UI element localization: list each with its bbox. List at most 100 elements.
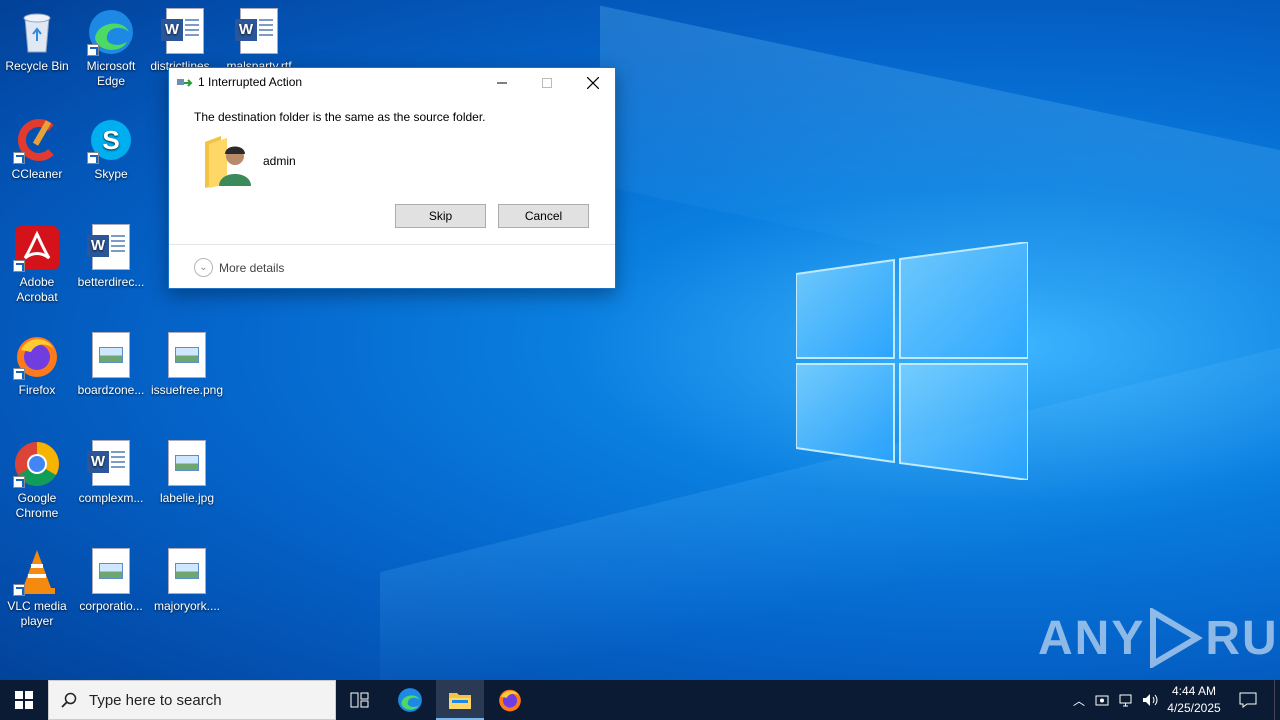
desktop-icon-districtlines[interactable]: W districtlines...	[148, 8, 222, 74]
shortcut-arrow-icon	[13, 476, 25, 488]
desktop-icon-ccleaner[interactable]: CCleaner	[0, 116, 74, 182]
watermark-text-left: ANY	[1038, 611, 1146, 665]
recycle-bin-icon	[13, 8, 61, 56]
system-tray: ︿	[1068, 680, 1160, 720]
file-move-icon	[177, 79, 193, 87]
taskbar-clock[interactable]: 4:44 AM 4/25/2025	[1164, 683, 1224, 717]
desktop-icon-adobe-acrobat[interactable]: Adobe Acrobat	[0, 224, 74, 305]
word-document-icon: W	[235, 8, 283, 56]
maximize-button[interactable]	[524, 68, 570, 98]
dialog-titlebar[interactable]: 1 Interrupted Action	[169, 68, 615, 98]
clock-date: 4/25/2025	[1167, 701, 1221, 715]
play-icon	[1150, 608, 1204, 668]
taskbar-search-box[interactable]: Type here to search	[48, 680, 336, 720]
icon-label: Adobe Acrobat	[16, 275, 58, 304]
more-details-toggle[interactable]: ⌄ More details	[194, 258, 284, 277]
taskbar-file-explorer[interactable]	[436, 680, 484, 720]
image-file-icon	[87, 332, 135, 380]
icon-label: boardzone...	[77, 383, 145, 397]
desktop-icon-microsoft-edge[interactable]: Microsoft Edge	[74, 8, 148, 89]
search-placeholder: Type here to search	[89, 691, 222, 709]
image-file-icon	[87, 548, 135, 596]
word-document-icon: W	[87, 440, 135, 488]
taskbar-firefox[interactable]	[486, 680, 534, 720]
dialog-title: 1 Interrupted Action	[198, 75, 303, 89]
windows-start-icon	[15, 691, 33, 709]
icon-label: Microsoft Edge	[86, 59, 136, 88]
windows-logo	[796, 242, 1028, 480]
maximize-icon	[542, 78, 552, 88]
clock-time: 4:44 AM	[1171, 684, 1217, 698]
vlc-icon	[13, 548, 61, 596]
user-folder-icon	[205, 136, 251, 188]
skype-icon: S	[87, 116, 135, 164]
acrobat-icon	[13, 224, 61, 272]
desktop-icon-labelie[interactable]: labelie.jpg	[150, 440, 224, 506]
security-icon[interactable]	[1094, 692, 1110, 708]
desktop-icon-skype[interactable]: S Skype	[74, 116, 148, 182]
divider	[169, 244, 615, 245]
chrome-icon	[13, 440, 61, 488]
desktop-icon-recycle-bin[interactable]: Recycle Bin	[0, 8, 74, 74]
icon-label: VLC media player	[7, 599, 67, 628]
shortcut-arrow-icon	[13, 152, 25, 164]
taskbar: Type here to search ︿ 4:44 AM 4/25/2025	[0, 680, 1280, 720]
start-button[interactable]	[0, 680, 48, 720]
action-center-button[interactable]	[1232, 680, 1264, 720]
desktop-icon-malsparty[interactable]: W malsparty.rtf	[222, 8, 296, 74]
firefox-icon	[13, 332, 61, 380]
more-details-label: More details	[219, 260, 285, 275]
task-view-button[interactable]	[336, 680, 384, 720]
volume-icon[interactable]	[1142, 692, 1160, 708]
icon-label: complexm...	[78, 491, 144, 505]
shortcut-arrow-icon	[87, 44, 99, 56]
show-desktop-button[interactable]	[1274, 680, 1280, 720]
icon-label: Firefox	[18, 383, 56, 397]
task-view-icon	[350, 692, 369, 708]
shortcut-arrow-icon	[13, 368, 25, 380]
desktop-icon-betterdirec[interactable]: W betterdirec...	[74, 224, 148, 290]
desktop-icon-boardzone[interactable]: boardzone...	[74, 332, 148, 398]
interrupted-action-dialog: 1 Interrupted Action The destination fol…	[168, 67, 616, 289]
notification-icon	[1239, 692, 1257, 708]
desktop-icon-corporatio[interactable]: corporatio...	[74, 548, 148, 614]
folder-name: admin	[263, 154, 296, 168]
shortcut-arrow-icon	[13, 584, 25, 596]
icon-label: labelie.jpg	[159, 491, 215, 505]
minimize-icon	[497, 82, 507, 84]
icon-label: majoryork....	[153, 599, 220, 613]
watermark-text-right: RUN	[1205, 611, 1280, 665]
firefox-icon	[499, 689, 521, 712]
desktop-icon-complexm[interactable]: W complexm...	[74, 440, 148, 506]
desktop-icon-majoryork[interactable]: majoryork....	[150, 548, 224, 614]
icon-label: corporatio...	[79, 599, 143, 613]
icon-label: issuefree.png	[150, 383, 224, 397]
close-icon	[587, 77, 599, 89]
image-file-icon	[163, 548, 211, 596]
desktop-icon-google-chrome[interactable]: Google Chrome	[0, 440, 74, 521]
minimize-button[interactable]	[479, 68, 525, 98]
desktop-icon-issuefree[interactable]: issuefree.png	[150, 332, 224, 398]
icon-label: Skype	[94, 167, 128, 181]
icon-label: Recycle Bin	[5, 59, 69, 73]
dialog-message: The destination folder is the same as th…	[194, 110, 486, 124]
taskbar-edge[interactable]	[386, 680, 434, 720]
image-file-icon	[163, 440, 211, 488]
cancel-button[interactable]: Cancel	[498, 204, 589, 228]
word-document-icon: W	[87, 224, 135, 272]
icon-label: CCleaner	[11, 167, 63, 181]
skip-button[interactable]: Skip	[395, 204, 486, 228]
desktop-icon-vlc[interactable]: VLC media player	[0, 548, 74, 629]
image-file-icon	[163, 332, 211, 380]
close-button[interactable]	[570, 68, 616, 98]
icon-label: Google Chrome	[15, 491, 59, 520]
desktop-icon-firefox[interactable]: Firefox	[0, 332, 74, 398]
edge-icon	[398, 688, 422, 712]
anyrun-watermark: ANY RUN	[1038, 608, 1280, 668]
search-icon	[61, 692, 77, 708]
folder-icon	[449, 693, 471, 709]
chevron-down-icon: ⌄	[194, 258, 213, 277]
network-icon[interactable]	[1118, 692, 1134, 708]
word-document-icon: W	[161, 8, 209, 56]
chevron-up-icon[interactable]: ︿	[1068, 692, 1090, 709]
